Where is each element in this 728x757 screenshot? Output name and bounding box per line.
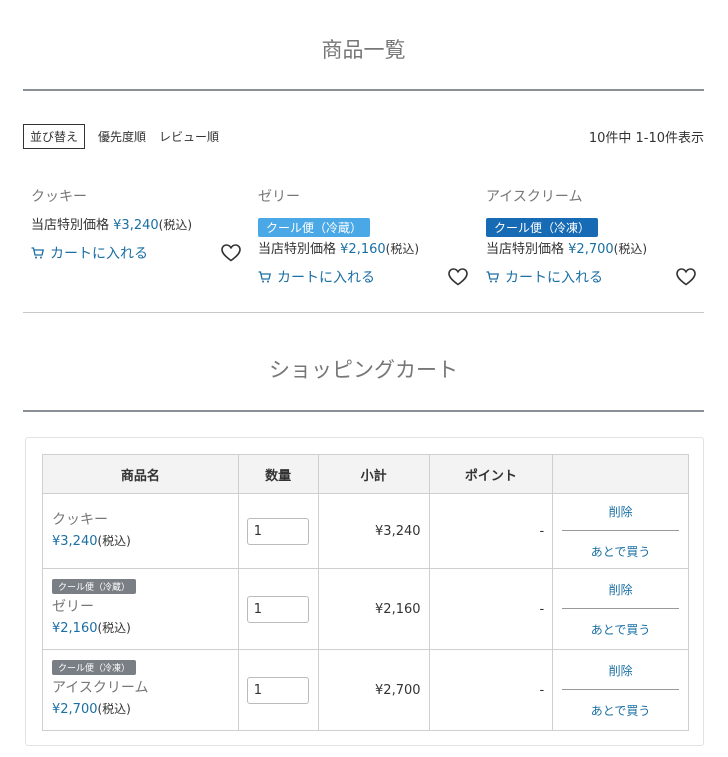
quantity-input[interactable] (246, 517, 309, 545)
heart-icon[interactable] (676, 268, 696, 286)
product-price-line: 当店特別価格 ¥2,160(税込) (258, 238, 468, 257)
table-row: クール便（冷蔵） ゼリー ¥2,160(税込) ¥2,160 - 削除 あとで買… (42, 568, 689, 650)
cool-delivery-badge: クール便（冷凍） (52, 659, 137, 675)
product-list-title: 商品一覧 (321, 38, 406, 62)
product-name[interactable]: アイスクリーム (486, 186, 696, 208)
cart-table: 商品名 数量 小計 ポイント クッキー ¥3,240(税込) ¥3,240 - … (42, 454, 689, 731)
quantity-cell (237, 649, 319, 731)
add-to-cart-label: カートに入れる (50, 246, 148, 262)
actions-cell: 削除 あとで買う (552, 649, 689, 731)
delete-button[interactable]: 削除 (553, 503, 688, 520)
product-card: アイスクリーム クール便（冷凍） 当店特別価格 ¥2,700(税込) カートに入… (486, 186, 696, 287)
add-to-cart-button[interactable]: カートに入れる (31, 243, 241, 263)
product-name[interactable]: ゼリー (258, 186, 468, 208)
title-divider (23, 89, 704, 91)
header-quantity: 数量 (237, 454, 319, 494)
cart-title-divider (23, 410, 704, 412)
cart-panel: 商品名 数量 小計 ポイント クッキー ¥3,240(税込) ¥3,240 - … (25, 437, 704, 746)
cart-row: カートに入れる (258, 267, 468, 287)
cart-row: カートに入れる (486, 267, 696, 287)
section-divider (23, 312, 704, 313)
points-cell: - (428, 568, 554, 650)
product-card: クッキー 当店特別価格 ¥3,240(税込) カートに入れる (31, 186, 241, 263)
quantity-input[interactable] (246, 676, 309, 704)
cart-item-cell: クール便（冷凍） アイスクリーム ¥2,700(税込) (42, 649, 239, 731)
cool-delivery-badge: クール便（冷凍） (486, 218, 599, 237)
actions-cell: 削除 あとで買う (552, 493, 689, 569)
header-subtotal: 小計 (317, 454, 430, 494)
cart-item-name[interactable]: アイスクリーム (52, 678, 229, 698)
action-divider (562, 529, 679, 531)
cart-icon (258, 271, 271, 283)
quantity-cell (237, 568, 319, 650)
product-price-line: 当店特別価格 ¥2,700(税込) (486, 238, 696, 257)
delete-button[interactable]: 削除 (553, 662, 688, 679)
heart-icon[interactable] (448, 268, 468, 286)
subtotal-cell: ¥2,160 (317, 568, 430, 650)
add-to-cart-label: カートに入れる (505, 270, 603, 286)
result-count: 10件中 1-10件表示 (588, 130, 704, 146)
tax-label: (税込) (97, 701, 131, 716)
header-actions (552, 454, 689, 494)
header-points: ポイント (428, 454, 554, 494)
cool-delivery-badge: クール便（冷蔵） (258, 218, 371, 237)
actions-cell: 削除 あとで買う (552, 568, 689, 650)
cart-item-price: ¥2,700 (52, 701, 98, 717)
cart-item-price: ¥2,160 (52, 620, 98, 636)
cart-row: カートに入れる (31, 243, 241, 263)
points-cell: - (428, 493, 554, 569)
table-row: クッキー ¥3,240(税込) ¥3,240 - 削除 あとで買う (42, 493, 689, 569)
action-divider (562, 607, 679, 609)
buy-later-button[interactable]: あとで買う (553, 621, 688, 638)
quantity-input[interactable] (246, 595, 309, 623)
cart-item-cell: クッキー ¥3,240(税込) (42, 493, 239, 569)
price-prefix: 当店特別価格 (258, 242, 337, 257)
cart-title: ショッピングカート (269, 358, 458, 382)
price-prefix: 当店特別価格 (486, 242, 565, 257)
product-name[interactable]: クッキー (31, 186, 241, 208)
tax-label: (税込) (613, 242, 648, 256)
sort-option-priority[interactable]: 優先度順 (98, 128, 146, 145)
cart-icon (31, 247, 44, 259)
sort-bar: 並び替え 優先度順 レビュー順 10件中 1-10件表示 (23, 123, 704, 149)
cool-delivery-badge: クール便（冷蔵） (52, 578, 137, 594)
add-to-cart-label: カートに入れる (277, 270, 375, 286)
heart-icon[interactable] (221, 244, 241, 262)
product-price: ¥3,240 (113, 218, 159, 233)
cart-item-name[interactable]: ゼリー (52, 597, 229, 617)
price-prefix: 当店特別価格 (31, 218, 110, 233)
cart-header-row: 商品名 数量 小計 ポイント (42, 454, 689, 494)
buy-later-button[interactable]: あとで買う (553, 702, 688, 719)
cart-item-price-line: ¥3,240(税込) (52, 530, 229, 553)
delete-button[interactable]: 削除 (553, 581, 688, 598)
cart-item-price: ¥3,240 (52, 533, 98, 549)
product-price-line: 当店特別価格 ¥3,240(税込) (31, 214, 241, 233)
action-divider (562, 688, 679, 690)
tax-label: (税込) (97, 533, 131, 548)
cart-item-price-line: ¥2,700(税込) (52, 698, 229, 721)
header-product-name: 商品名 (42, 454, 239, 494)
points-cell: - (428, 649, 554, 731)
product-price: ¥2,160 (340, 242, 386, 257)
tax-label: (税込) (158, 218, 193, 232)
subtotal-cell: ¥2,700 (317, 649, 430, 731)
tax-label: (税込) (385, 242, 420, 256)
product-price: ¥2,700 (568, 242, 614, 257)
buy-later-button[interactable]: あとで買う (553, 543, 688, 560)
add-to-cart-button[interactable]: カートに入れる (486, 267, 696, 287)
add-to-cart-button[interactable]: カートに入れる (258, 267, 468, 287)
tax-label: (税込) (97, 620, 131, 635)
cart-icon (486, 271, 499, 283)
subtotal-cell: ¥3,240 (317, 493, 430, 569)
cart-item-price-line: ¥2,160(税込) (52, 617, 229, 640)
product-card: ゼリー クール便（冷蔵） 当店特別価格 ¥2,160(税込) カートに入れる (258, 186, 468, 287)
quantity-cell (237, 493, 319, 569)
cart-item-name[interactable]: クッキー (52, 510, 229, 530)
sort-option-review[interactable]: レビュー順 (159, 128, 219, 145)
table-row: クール便（冷凍） アイスクリーム ¥2,700(税込) ¥2,700 - 削除 … (42, 649, 689, 731)
cart-item-cell: クール便（冷蔵） ゼリー ¥2,160(税込) (42, 568, 239, 650)
sort-button[interactable]: 並び替え (23, 123, 86, 149)
